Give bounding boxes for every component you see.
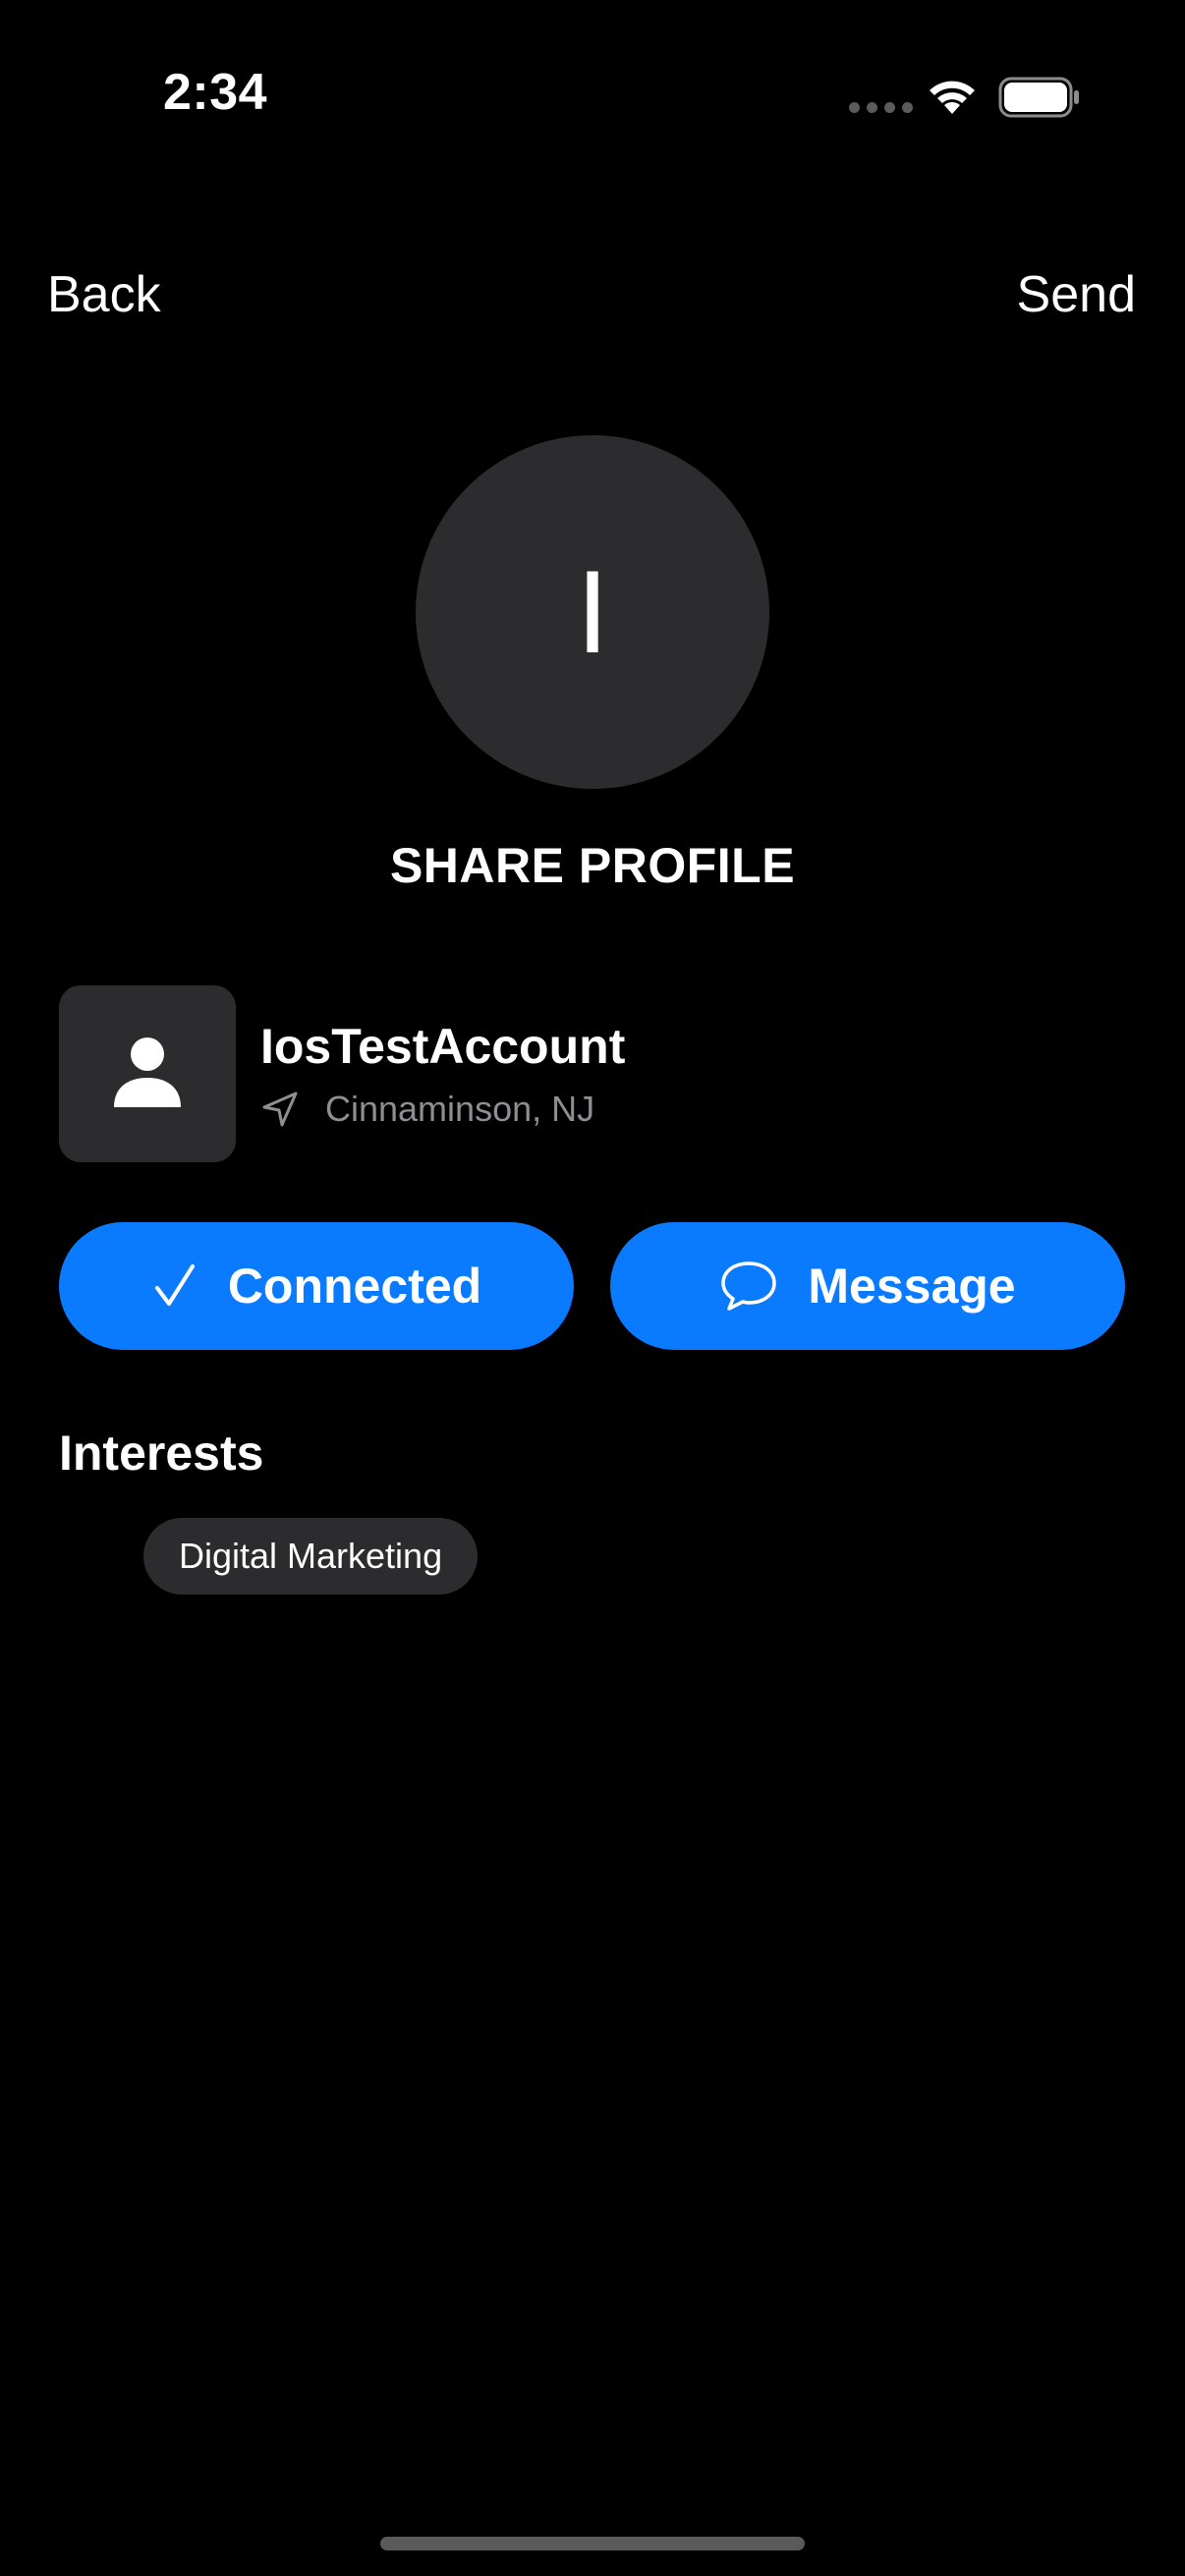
message-label: Message bbox=[808, 1259, 1016, 1314]
back-button[interactable]: Back bbox=[47, 265, 161, 324]
wifi-icon bbox=[930, 81, 975, 114]
speech-bubble-icon bbox=[721, 1261, 777, 1311]
message-button[interactable]: Message bbox=[610, 1222, 1125, 1350]
location-text: Cinnaminson, NJ bbox=[325, 1089, 595, 1129]
battery-icon bbox=[998, 77, 1079, 118]
connected-label: Connected bbox=[227, 1259, 482, 1314]
location-arrow-icon bbox=[262, 1092, 298, 1127]
profile-avatar: I bbox=[416, 435, 769, 789]
page-title: SHARE PROFILE bbox=[389, 838, 796, 893]
checkmark-icon bbox=[154, 1264, 195, 1306]
home-indicator[interactable] bbox=[380, 2537, 805, 2550]
signal-dots-icon bbox=[849, 102, 913, 113]
send-button[interactable]: Send bbox=[1017, 265, 1136, 324]
person-icon bbox=[114, 1037, 181, 1107]
status-time: 2:34 bbox=[163, 64, 268, 121]
interests-heading: Interests bbox=[59, 1426, 264, 1481]
profile-name[interactable]: IosTestAccount bbox=[260, 1018, 625, 1075]
avatar-initial: I bbox=[576, 546, 609, 678]
profile-location: Cinnaminson, NJ bbox=[260, 1089, 594, 1130]
profile-thumbnail[interactable] bbox=[59, 985, 236, 1162]
connected-button[interactable]: Connected bbox=[59, 1222, 574, 1350]
interest-chip: Digital Marketing bbox=[143, 1518, 479, 1595]
